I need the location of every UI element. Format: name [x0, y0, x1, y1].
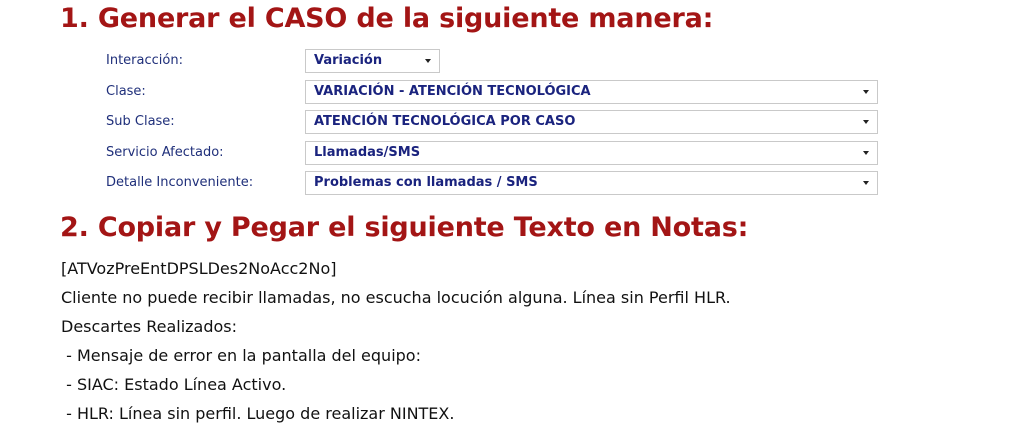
sub-clase-select-value: ATENCIÓN TECNOLÓGICA POR CASO: [314, 114, 576, 129]
sub-clase-select[interactable]: ATENCIÓN TECNOLÓGICA POR CASO: [305, 110, 878, 134]
notes-bullet-item: - Mensaje de error en la pantalla del eq…: [61, 346, 421, 365]
notes-description-line: Cliente no puede recibir llamadas, no es…: [61, 288, 731, 307]
interaccion-label: Interacción:: [106, 53, 183, 68]
notes-bullet-item: - HLR: Línea sin perfil. Luego de realiz…: [61, 404, 455, 423]
form-row-detalle: Detalle Inconveniente: Problemas con lla…: [106, 171, 878, 195]
detalle-label: Detalle Inconveniente:: [106, 175, 254, 190]
interaccion-select[interactable]: Variación: [305, 49, 440, 73]
chevron-down-icon: [863, 120, 869, 124]
clase-label: Clase:: [106, 84, 146, 99]
chevron-down-icon: [863, 181, 869, 185]
step2-heading: 2. Copiar y Pegar el siguiente Texto en …: [60, 212, 749, 243]
clase-select-value: VARIACIÓN - ATENCIÓN TECNOLÓGICA: [314, 84, 591, 99]
form-row-clase: Clase: VARIACIÓN - ATENCIÓN TECNOLÓGICA: [106, 80, 878, 104]
chevron-down-icon: [863, 151, 869, 155]
notes-code-line: [ATVozPreEntDPSLDes2NoAcc2No]: [61, 259, 337, 278]
form-row-sub-clase: Sub Clase: ATENCIÓN TECNOLÓGICA POR CASO: [106, 110, 878, 134]
sub-clase-label: Sub Clase:: [106, 114, 175, 129]
step1-heading: 1. Generar el CASO de la siguiente maner…: [60, 3, 714, 34]
chevron-down-icon: [863, 90, 869, 94]
servicio-select[interactable]: Llamadas/SMS: [305, 141, 878, 165]
notes-bullet-item: - SIAC: Estado Línea Activo.: [61, 375, 287, 394]
interaccion-select-value: Variación: [314, 53, 383, 68]
form-row-interaccion: Interacción: Variación: [106, 49, 878, 73]
clase-select[interactable]: VARIACIÓN - ATENCIÓN TECNOLÓGICA: [305, 80, 878, 104]
notes-descartes-heading: Descartes Realizados:: [61, 317, 238, 336]
form-row-servicio: Servicio Afectado: Llamadas/SMS: [106, 141, 878, 165]
detalle-select-value: Problemas con llamadas / SMS: [314, 175, 538, 190]
chevron-down-icon: [425, 59, 431, 63]
servicio-label: Servicio Afectado:: [106, 145, 224, 160]
detalle-select[interactable]: Problemas con llamadas / SMS: [305, 171, 878, 195]
servicio-select-value: Llamadas/SMS: [314, 145, 421, 160]
notes-text-block: [ATVozPreEntDPSLDes2NoAcc2No] Cliente no…: [61, 254, 1011, 428]
